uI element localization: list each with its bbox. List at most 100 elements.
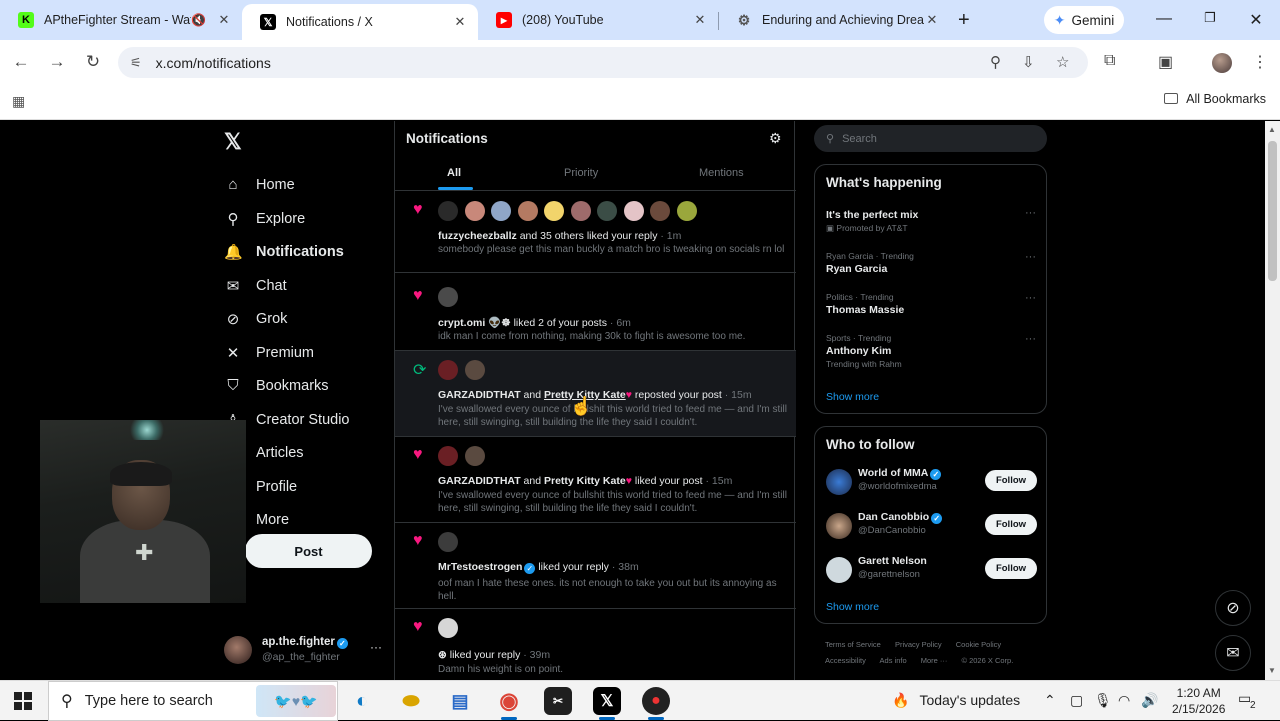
search-highlight-image[interactable]: 🐦♥🐦 — [256, 685, 336, 717]
tab-mentions[interactable]: Mentions — [699, 167, 744, 179]
clock[interactable]: 1:20 AM 2/15/2026 — [1172, 685, 1225, 717]
actor-name[interactable]: MrTestoestrogen — [438, 561, 522, 573]
capcut-icon[interactable]: ✂ — [544, 687, 572, 715]
scroll-down-icon[interactable]: ▼ — [1268, 666, 1276, 675]
follow-suggestion[interactable]: Dan Canobbio ✓ @DanCanobbio Follow — [826, 510, 1041, 544]
store-icon[interactable]: ▤ — [446, 687, 474, 715]
scrollbar[interactable]: ▲ ▼ — [1265, 121, 1280, 680]
forward-icon[interactable]: → — [46, 52, 68, 72]
tab-kick[interactable]: K APtheFighter Stream - Watc 🔇 ✕ — [0, 0, 242, 40]
app-icon[interactable]: ⬬ — [397, 687, 425, 715]
actor-name-2[interactable]: Pretty Kitty Kate — [544, 475, 626, 487]
close-icon[interactable]: ✕ — [692, 12, 708, 28]
notification-item[interactable]: ♥ ⊛ liked your reply · 39m Damn his weig… — [395, 609, 796, 680]
follow-button[interactable]: Follow — [985, 470, 1037, 491]
reload-icon[interactable]: ↻ — [82, 52, 104, 72]
edge-icon[interactable]: ◐ — [348, 687, 376, 715]
extensions-icon[interactable]: ⧉ — [1104, 52, 1115, 70]
actor-name[interactable]: fuzzycheezballz — [438, 230, 517, 242]
scroll-thumb[interactable] — [1268, 141, 1277, 281]
scroll-up-icon[interactable]: ▲ — [1268, 125, 1276, 134]
notification-item[interactable]: ♥ MrTestoestrogen ✓ liked your reply · 38… — [395, 523, 796, 609]
more-icon[interactable]: ··· — [370, 640, 382, 654]
camera-icon[interactable]: ▢ — [1070, 692, 1083, 709]
sidebar-item-chat[interactable]: ✉ Chat — [224, 277, 287, 295]
notification-center-icon[interactable]: ▭ 2 — [1238, 690, 1258, 711]
trend-item[interactable]: Politics · Trending Thomas Massie ··· — [826, 292, 1036, 316]
grok-fab-icon[interactable]: ⊘ — [1215, 590, 1251, 626]
tab-priority[interactable]: Priority — [564, 167, 598, 179]
back-icon[interactable]: ← — [10, 52, 32, 72]
follow-button[interactable]: Follow — [985, 514, 1037, 535]
more-icon[interactable]: ··· — [1025, 292, 1036, 304]
post-button[interactable]: Post — [245, 534, 372, 568]
trend-item[interactable]: Sports · Trending Anthony Kim Trending w… — [826, 333, 1036, 369]
footer-link[interactable]: More ··· — [921, 656, 948, 665]
obs-icon[interactable]: ● — [642, 687, 670, 720]
footer-link[interactable]: Cookie Policy — [956, 640, 1001, 649]
footer-link[interactable]: Ads info — [880, 656, 907, 665]
microphone-icon[interactable]: 🎙 — [1094, 692, 1112, 709]
notification-item[interactable]: ♥ GARZADIDTHAT and Pretty Kitty Kate♥ li… — [395, 437, 796, 523]
x-app-icon[interactable]: 𝕏 — [593, 687, 621, 720]
install-icon[interactable]: ⇩ — [1022, 53, 1035, 71]
more-icon[interactable]: ··· — [1025, 207, 1036, 219]
sidebar-item-home[interactable]: ⌂ Home — [224, 176, 294, 193]
chrome-icon[interactable]: ◉ — [495, 687, 523, 720]
sidebar-item-bookmarks[interactable]: ⛉ Bookmarks — [224, 377, 328, 394]
gemini-button[interactable]: ✦ Gemini — [1044, 6, 1124, 34]
footer-link[interactable]: Terms of Service — [825, 640, 881, 649]
follow-button[interactable]: Follow — [985, 558, 1037, 579]
follow-suggestion[interactable]: World of MMA ✓ @worldofmixedma Follow — [826, 466, 1041, 500]
account-switcher[interactable]: ap.the.fighter ✓ @ap_the_fighter ··· — [224, 634, 384, 666]
profile-avatar[interactable] — [1212, 53, 1232, 73]
tab-chatgpt[interactable]: ⚙ Enduring and Achieving Dream ✕ — [718, 0, 950, 40]
volume-icon[interactable]: 🔊 — [1141, 692, 1158, 709]
star-icon[interactable]: ☆ — [1056, 53, 1069, 71]
new-tab-button[interactable]: + — [958, 9, 970, 32]
close-icon[interactable]: ✕ — [216, 12, 232, 28]
site-info-icon[interactable]: ⚟ — [130, 55, 142, 71]
muted-icon[interactable]: 🔇 — [191, 13, 206, 27]
side-panel-icon[interactable]: ▣ — [1158, 52, 1173, 72]
actor-name[interactable]: ⊛ — [438, 649, 447, 661]
trend-item[interactable]: Ryan Garcia · Trending Ryan Garcia ··· — [826, 251, 1036, 275]
window-close-icon[interactable]: ✕ — [1246, 10, 1266, 30]
menu-icon[interactable]: ⋮ — [1252, 52, 1268, 72]
close-icon[interactable]: ✕ — [452, 14, 468, 30]
follow-suggestion[interactable]: Garett Nelson @garettnelson Follow — [826, 554, 1041, 588]
sidebar-item-explore[interactable]: ⚲ Explore — [224, 210, 306, 228]
apps-icon[interactable]: ▦ — [12, 93, 25, 110]
tab-all[interactable]: All — [447, 167, 461, 179]
chevron-up-icon[interactable]: ⌃ — [1044, 692, 1056, 709]
wifi-icon[interactable]: ◠ — [1118, 692, 1130, 709]
footer-link[interactable]: Accessibility — [825, 656, 866, 665]
settings-icon[interactable]: ⚙ — [769, 130, 782, 147]
show-more-link[interactable]: Show more — [826, 391, 879, 403]
more-icon[interactable]: ··· — [1025, 333, 1036, 345]
sidebar-item-notifications[interactable]: 🔔 Notifications — [224, 243, 344, 261]
weather-widget[interactable]: 🔥 Today's updates — [892, 692, 1020, 709]
x-logo-icon[interactable]: 𝕏 — [224, 129, 242, 155]
sidebar-item-grok[interactable]: ⊘ Grok — [224, 310, 288, 328]
minimize-icon[interactable]: — — [1154, 10, 1174, 28]
show-more-link[interactable]: Show more — [826, 601, 879, 613]
all-bookmarks-button[interactable]: All Bookmarks — [1164, 92, 1266, 106]
zoom-icon[interactable]: ⚲ — [990, 53, 1001, 71]
more-icon[interactable]: ··· — [1025, 251, 1036, 263]
footer-link[interactable]: Privacy Policy — [895, 640, 942, 649]
chat-fab-icon[interactable]: ✉ — [1215, 635, 1251, 671]
actor-name[interactable]: GARZADIDTHAT — [438, 389, 521, 401]
actor-name[interactable]: crypt.omi 👽☸ — [438, 317, 511, 329]
notification-item[interactable]: ♥ fuzzycheezballz and 35 others liked yo… — [395, 191, 796, 273]
tab-x-notifications[interactable]: 𝕏 Notifications / X ✕ — [242, 4, 478, 40]
notification-item[interactable]: ⟳ GARZADIDTHAT and Pretty Kitty Kate♥ re… — [395, 351, 796, 437]
search-input[interactable]: ⚲ Search — [814, 125, 1047, 152]
windows-start-icon[interactable] — [14, 692, 32, 710]
tab-youtube[interactable]: ▶ (208) YouTube ✕ — [478, 0, 718, 40]
close-icon[interactable]: ✕ — [924, 12, 940, 28]
notification-item[interactable]: ♥ crypt.omi 👽☸ liked 2 of your posts · 6… — [395, 273, 796, 351]
sidebar-item-premium[interactable]: ✕ Premium — [224, 344, 314, 362]
trend-item[interactable]: It's the perfect mix ▣ Promoted by AT&T … — [826, 207, 1036, 234]
actor-name[interactable]: GARZADIDTHAT — [438, 475, 521, 487]
